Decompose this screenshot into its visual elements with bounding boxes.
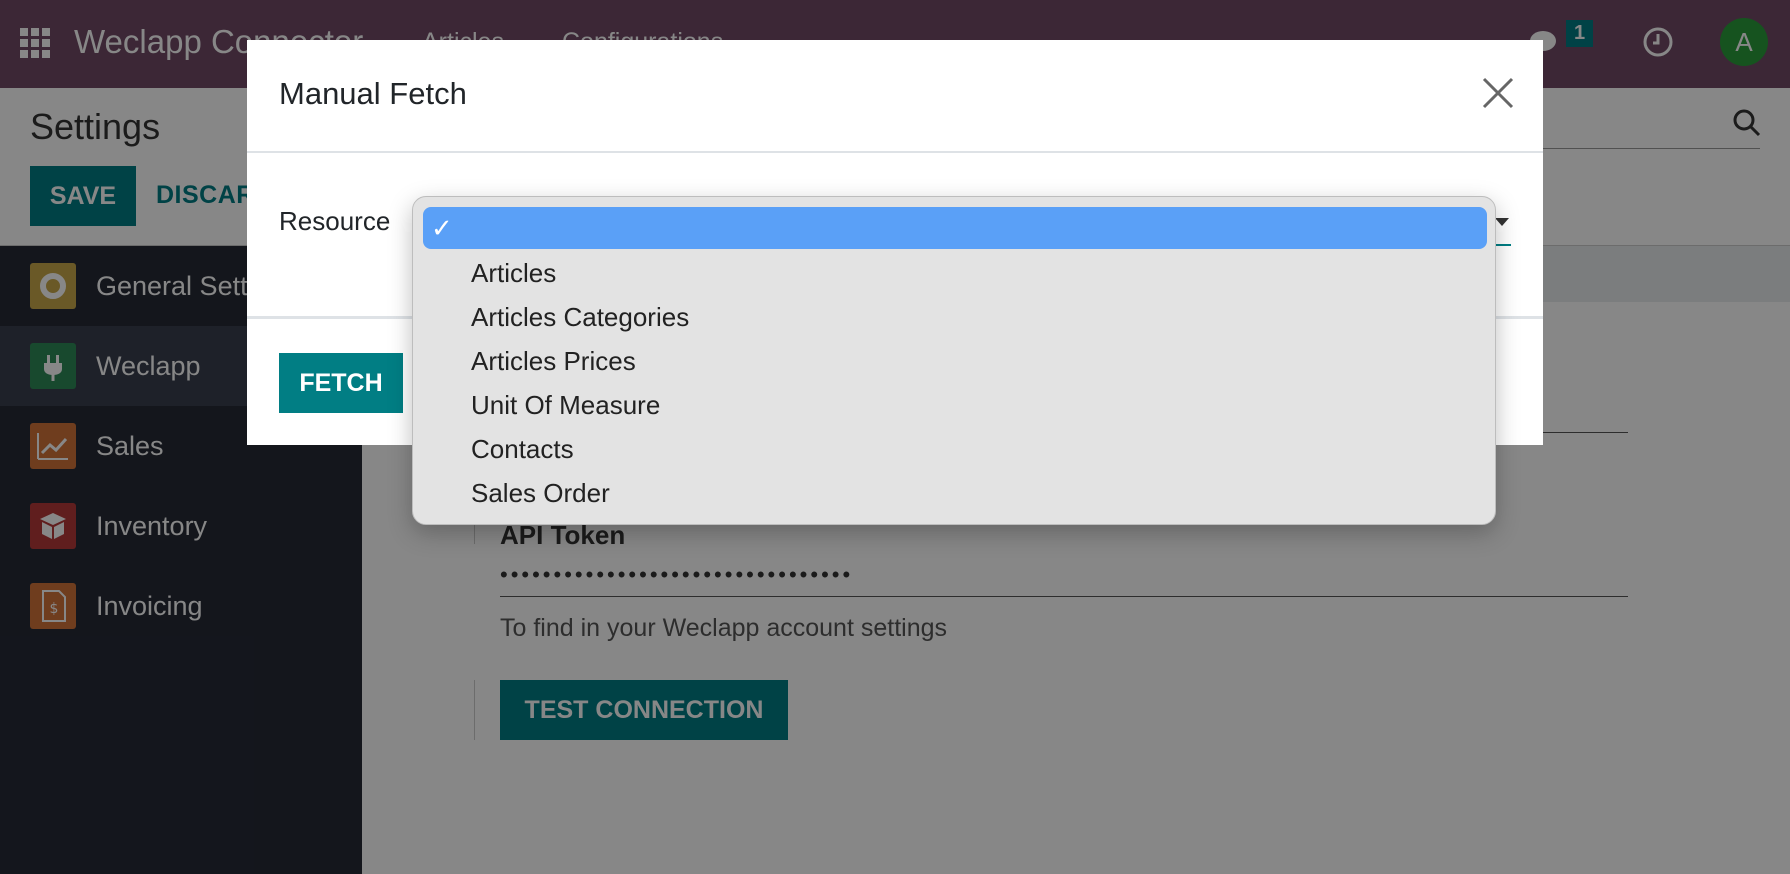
option-label: Articles Categories [471, 301, 690, 332]
option-unit-of-measure[interactable]: Unit Of Measure [423, 384, 1487, 426]
resource-label: Resource [279, 206, 391, 236]
option-articles-categories[interactable]: Articles Categories [423, 296, 1487, 338]
check-icon: ✓ [431, 213, 453, 243]
chevron-down-icon[interactable] [1495, 218, 1509, 226]
resource-options-list: ✓ Articles Articles Categories Articles … [412, 196, 1496, 525]
divider [247, 151, 1543, 153]
option-articles-prices[interactable]: Articles Prices [423, 340, 1487, 382]
option-empty[interactable]: ✓ [423, 207, 1487, 249]
option-label: Sales Order [471, 477, 610, 508]
close-icon[interactable] [1481, 76, 1515, 110]
dialog-title: Manual Fetch [279, 76, 467, 111]
option-label: Contacts [471, 433, 574, 464]
fetch-button[interactable]: FETCH [279, 353, 403, 413]
option-sales-order[interactable]: Sales Order [423, 472, 1487, 514]
option-articles[interactable]: Articles [423, 252, 1487, 294]
option-label: Articles Prices [471, 345, 636, 376]
option-label: Articles [471, 257, 557, 288]
option-label: Unit Of Measure [471, 389, 661, 420]
option-contacts[interactable]: Contacts [423, 428, 1487, 470]
